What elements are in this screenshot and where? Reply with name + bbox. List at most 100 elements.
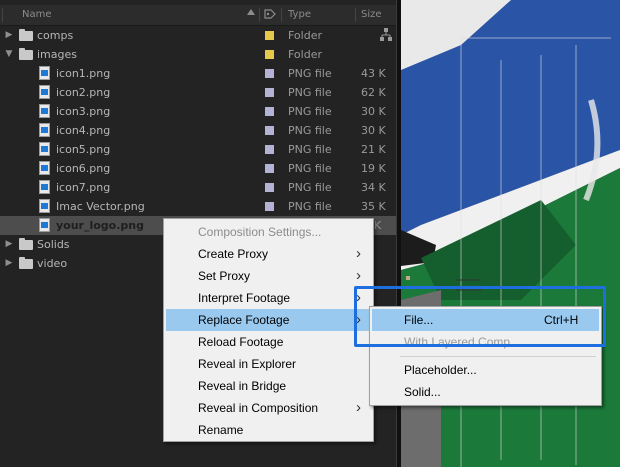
folder-icon <box>19 257 33 269</box>
menu-item-label: Composition Settings... <box>198 225 322 239</box>
item-size: 30 K <box>361 105 386 118</box>
column-separator[interactable] <box>281 8 282 22</box>
item-name: icon5.png <box>56 143 111 156</box>
item-type: PNG file <box>288 143 332 156</box>
item-size: 30 K <box>361 124 386 137</box>
menu-item-replace-footage[interactable]: Replace Footage › <box>166 309 371 331</box>
item-name: icon4.png <box>56 124 111 137</box>
png-file-icon <box>39 123 50 137</box>
file-row[interactable]: icon3.png PNG file 30 K <box>0 102 397 121</box>
png-file-icon <box>39 199 50 213</box>
file-row[interactable]: icon7.png PNG file 34 K <box>0 178 397 197</box>
file-row[interactable]: icon5.png PNG file 21 K <box>0 140 397 159</box>
annotation-highlight-box <box>354 286 606 347</box>
menu-item-reveal-in-composition[interactable]: Reveal in Composition › <box>166 397 371 419</box>
item-size: 21 K <box>361 143 386 156</box>
item-size: 34 K <box>361 181 386 194</box>
item-size: K <box>374 219 382 232</box>
flowchart-icon[interactable] <box>380 28 392 42</box>
menu-item-label: Replace Footage <box>198 313 290 327</box>
twirl-down-icon[interactable]: ▼ <box>4 45 14 64</box>
label-color-swatch[interactable] <box>265 126 274 135</box>
item-name: icon6.png <box>56 162 111 175</box>
column-separator[interactable] <box>355 8 356 22</box>
menu-item-reload-footage[interactable]: Reload Footage <box>166 331 371 353</box>
item-type: PNG file <box>288 86 332 99</box>
label-color-swatch[interactable] <box>265 88 274 97</box>
label-tag-icon[interactable] <box>263 7 277 24</box>
item-type: PNG file <box>288 124 332 137</box>
png-file-icon <box>39 85 50 99</box>
folder-row[interactable]: ▶ comps Folder <box>0 26 397 45</box>
menu-item-rename[interactable]: Rename <box>166 419 371 441</box>
menu-separator <box>400 356 596 357</box>
submenu-item-label: Placeholder... <box>404 363 477 377</box>
label-color-swatch[interactable] <box>265 31 274 40</box>
png-file-icon <box>39 180 50 194</box>
png-file-icon <box>39 142 50 156</box>
menu-item-label: Rename <box>198 423 244 437</box>
column-header: Name Type Size <box>0 5 397 26</box>
folder-icon <box>19 48 33 60</box>
item-size: 19 K <box>361 162 386 175</box>
label-color-swatch[interactable] <box>265 164 274 173</box>
label-color-swatch[interactable] <box>265 50 274 59</box>
column-header-size[interactable]: Size <box>361 9 382 20</box>
item-name: Imac Vector.png <box>56 200 145 213</box>
file-row[interactable]: icon1.png PNG file 43 K <box>0 64 397 83</box>
label-color-swatch[interactable] <box>265 107 274 116</box>
item-type: PNG file <box>288 162 332 175</box>
twirl-right-icon[interactable]: ▶ <box>4 26 14 45</box>
item-name: images <box>37 48 77 61</box>
label-color-swatch[interactable] <box>265 69 274 78</box>
item-type: Folder <box>288 48 322 61</box>
item-name: Solids <box>37 238 70 251</box>
png-file-icon <box>39 161 50 175</box>
menu-item-set-proxy[interactable]: Set Proxy › <box>166 265 371 287</box>
png-file-icon <box>39 104 50 118</box>
submenu-item-placeholder[interactable]: Placeholder... <box>372 359 599 381</box>
item-name: your_logo.png <box>56 219 144 232</box>
column-header-type[interactable]: Type <box>288 9 311 20</box>
submenu-arrow-icon: › <box>356 399 361 416</box>
label-color-swatch[interactable] <box>265 183 274 192</box>
menu-item-interpret-footage[interactable]: Interpret Footage › <box>166 287 371 309</box>
item-type: PNG file <box>288 200 332 213</box>
column-separator[interactable] <box>259 8 260 22</box>
file-row[interactable]: icon4.png PNG file 30 K <box>0 121 397 140</box>
file-row[interactable]: Imac Vector.png PNG file 35 K <box>0 197 397 216</box>
menu-item-reveal-in-explorer[interactable]: Reveal in Explorer <box>166 353 371 375</box>
menu-item-label: Set Proxy <box>198 269 251 283</box>
item-name: icon2.png <box>56 86 111 99</box>
sort-ascending-icon[interactable] <box>246 7 256 20</box>
submenu-arrow-icon: › <box>356 245 361 262</box>
file-row[interactable]: icon2.png PNG file 62 K <box>0 83 397 102</box>
menu-item-label: Interpret Footage <box>198 291 291 305</box>
folder-icon <box>19 238 33 250</box>
png-file-icon <box>39 218 50 232</box>
submenu-arrow-icon: › <box>356 267 361 284</box>
menu-item-create-proxy[interactable]: Create Proxy › <box>166 243 371 265</box>
context-menu: Composition Settings... Create Proxy › Set … <box>163 218 374 442</box>
submenu-item-label: Solid... <box>404 385 441 399</box>
column-separator[interactable] <box>2 8 3 22</box>
item-name: icon7.png <box>56 181 111 194</box>
item-name: video <box>37 257 68 270</box>
submenu-item-solid[interactable]: Solid... <box>372 381 599 403</box>
folder-row[interactable]: ▼ images Folder <box>0 45 397 64</box>
twirl-right-icon[interactable]: ▶ <box>4 254 14 273</box>
file-row[interactable]: icon6.png PNG file 19 K <box>0 159 397 178</box>
item-size: 35 K <box>361 200 386 213</box>
menu-item-label: Reload Footage <box>198 335 284 349</box>
item-name: comps <box>37 29 74 42</box>
twirl-right-icon[interactable]: ▶ <box>4 235 14 254</box>
item-name: icon1.png <box>56 67 111 80</box>
label-color-swatch[interactable] <box>265 202 274 211</box>
png-file-icon <box>39 66 50 80</box>
menu-item-label: Reveal in Bridge <box>198 379 287 393</box>
label-color-swatch[interactable] <box>265 145 274 154</box>
column-header-name[interactable]: Name <box>22 9 52 20</box>
menu-item-reveal-in-bridge[interactable]: Reveal in Bridge <box>166 375 371 397</box>
item-name: icon3.png <box>56 105 111 118</box>
menu-item-label: Create Proxy <box>198 247 269 261</box>
